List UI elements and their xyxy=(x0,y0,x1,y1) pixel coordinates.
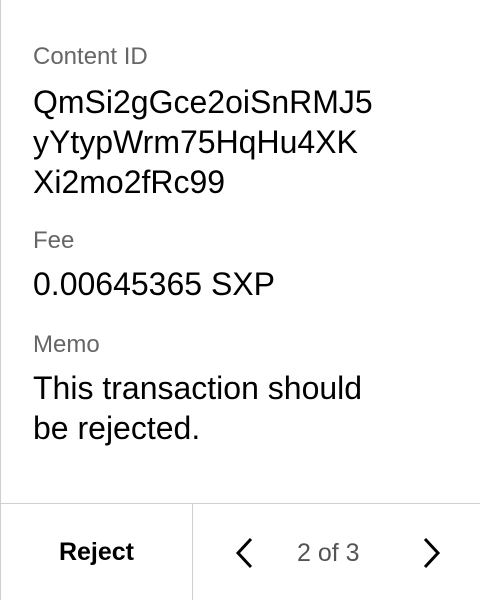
content-id-value-line-1: QmSi2gGce2oiSnRMJ5 xyxy=(33,84,373,120)
reject-area[interactable]: Reject xyxy=(1,504,193,600)
pagination-controls: 2 of 3 xyxy=(193,504,480,600)
transaction-review-screen: Content ID QmSi2gGce2oiSnRMJ5 yYtypWrm75… xyxy=(0,0,480,600)
fee-label: Fee xyxy=(33,227,75,254)
reject-button[interactable]: Reject xyxy=(59,537,134,567)
page-indicator: 2 of 3 xyxy=(297,539,360,567)
previous-page-button[interactable] xyxy=(231,536,259,570)
chevron-right-icon xyxy=(423,537,441,569)
content-id-value-line-3: Xi2mo2fRc99 xyxy=(33,164,226,200)
footer-bar: Reject 2 of 3 xyxy=(1,503,480,600)
memo-value-line-2: be rejected. xyxy=(33,410,201,446)
chevron-left-icon xyxy=(235,537,253,569)
next-page-button[interactable] xyxy=(417,536,445,570)
content-id-label: Content ID xyxy=(33,43,148,70)
fee-value: 0.00645365 SXP xyxy=(33,266,275,302)
memo-label: Memo xyxy=(33,331,100,358)
memo-value-line-1: This transaction should xyxy=(33,370,363,406)
transaction-details: Content ID QmSi2gGce2oiSnRMJ5 yYtypWrm75… xyxy=(1,0,480,503)
content-id-value-line-2: yYtypWrm75HqHu4XK xyxy=(33,124,358,160)
